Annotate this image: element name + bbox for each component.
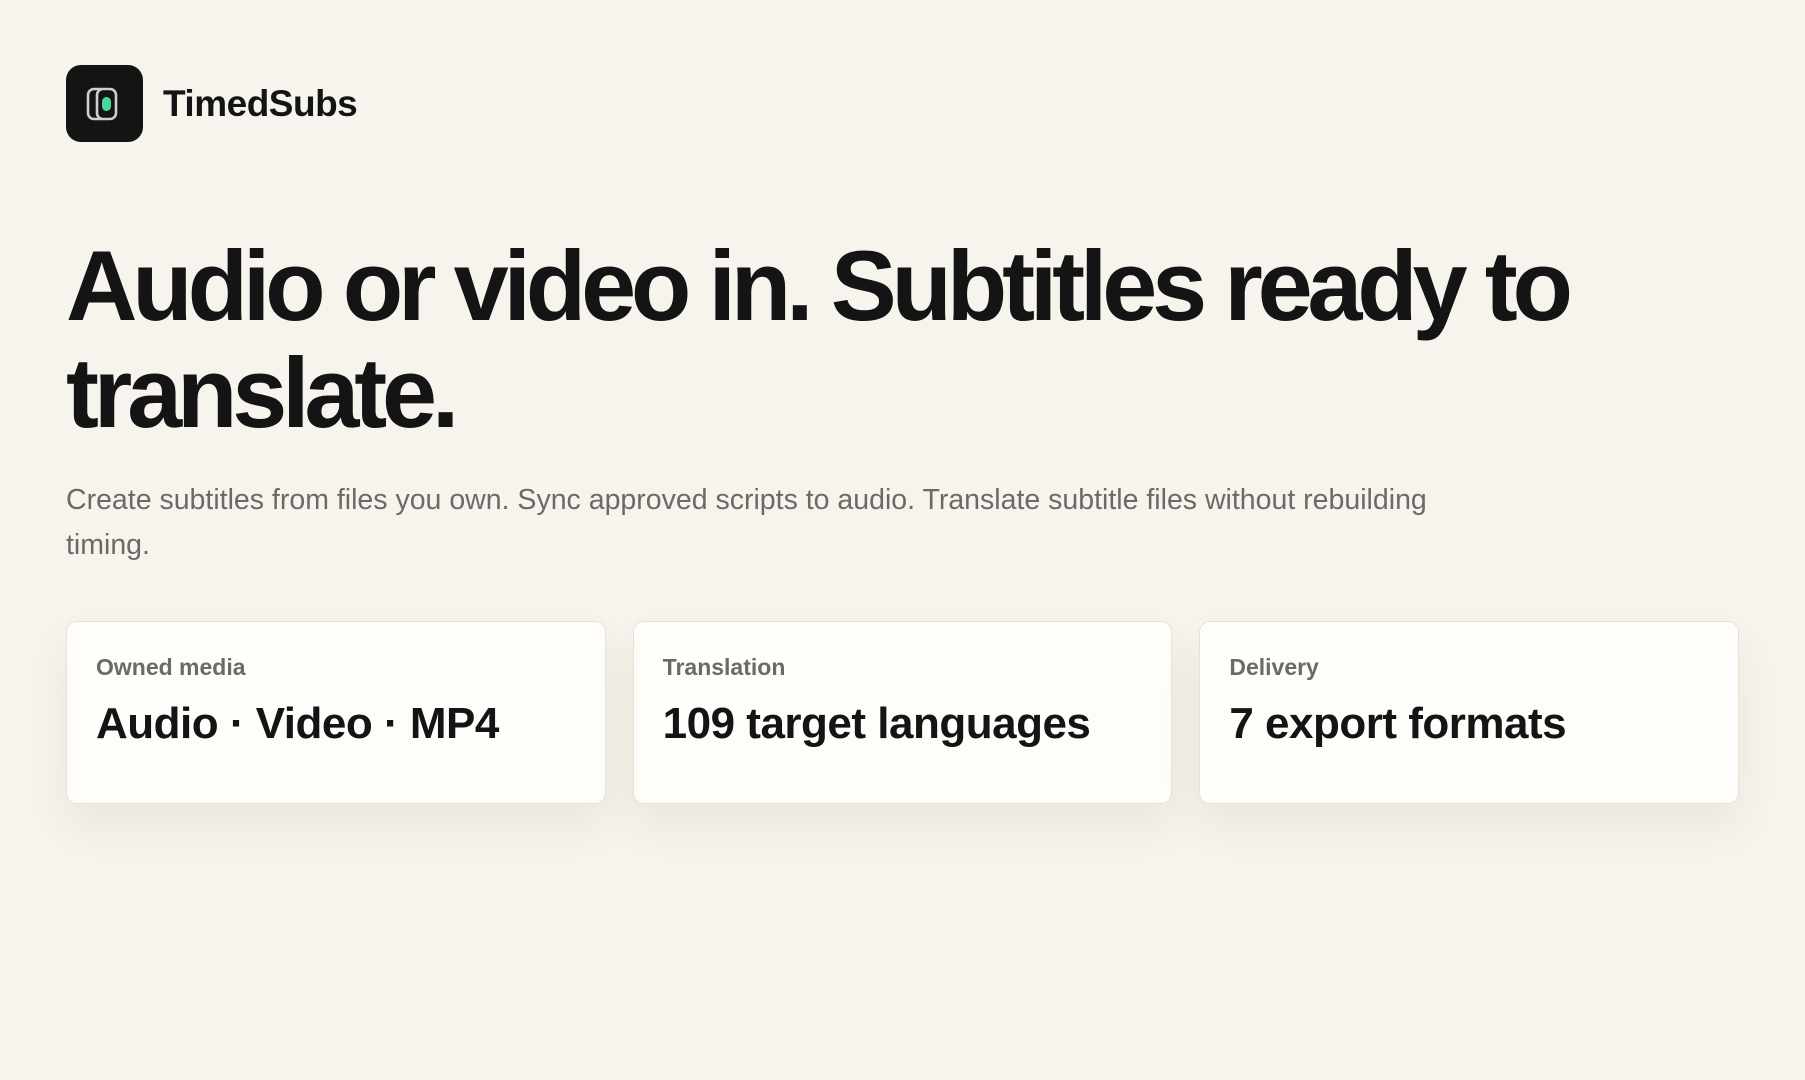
feature-card-label: Owned media [96,654,246,680]
landing-page: TimedSubs Audio or video in. Subtitles r… [66,0,1740,1080]
feature-card-label: Delivery [1229,654,1319,680]
hero-subtitle: Create subtitles from files you own. Syn… [66,484,1427,561]
feature-card-label: Translation [662,654,786,680]
subtitle-stack-icon [86,87,117,120]
brand-name: TimedSubs [163,82,358,124]
brand-header[interactable]: TimedSubs [66,65,358,142]
feature-card-value: 7 export formats [1229,699,1567,748]
feature-card-delivery: Delivery 7 export formats [1199,621,1740,804]
feature-card-value: 109 target languages [662,699,1091,748]
feature-card-owned-media: Owned media Audio · Video · MP4 [66,621,606,804]
feature-card-translation: Translation 109 target languages [632,621,1173,804]
feature-card-value: Audio · Video · MP4 [96,699,499,748]
logo[interactable] [66,65,143,142]
hero-title: Audio or video in. Subtitles ready to tr… [66,230,1573,448]
feature-cards: Owned media Audio · Video · MP4 Translat… [66,621,1740,804]
